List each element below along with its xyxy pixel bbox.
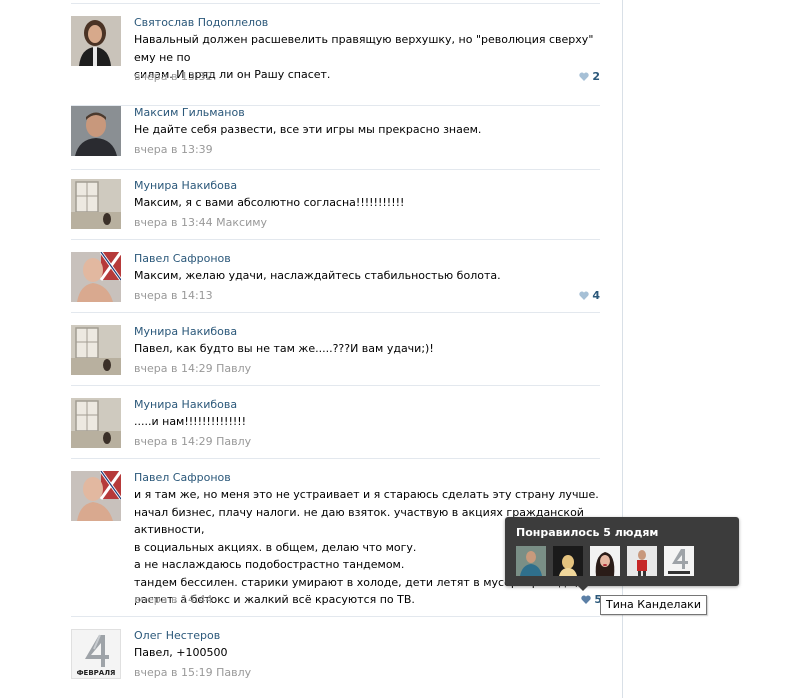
comment-text: Павел, +100500 (134, 646, 228, 659)
comment-date[interactable]: вчера в 13:32 (134, 70, 213, 83)
comment-text: Не дайте себя развести, все эти игры мы … (134, 123, 482, 136)
avatar[interactable] (71, 16, 121, 66)
comment-time[interactable]: вчера в 14:29 (134, 435, 213, 448)
liker-name-tooltip: Тина Канделаки (600, 595, 707, 615)
avatar[interactable] (71, 325, 121, 375)
separator (71, 169, 600, 170)
like-button[interactable]: 4 (579, 289, 600, 302)
liker-avatar[interactable] (516, 546, 546, 576)
comment-text: Максим, я с вами абсолютно согласна!!!!!… (134, 196, 405, 209)
liker-avatar[interactable] (553, 546, 583, 576)
comment-date[interactable]: вчера в 13:44 Максиму (134, 216, 267, 229)
comment-date[interactable]: вчера в 15:19 Павлу (134, 666, 251, 679)
comment-item: Максим Гильманов Не дайте себя развести,… (71, 106, 600, 170)
column-divider (622, 0, 623, 698)
top-separator (71, 3, 600, 4)
comment-author[interactable]: Мунира Накибова (134, 179, 237, 192)
comment-author[interactable]: Максим Гильманов (134, 106, 245, 119)
avatar[interactable] (71, 471, 121, 521)
avatar[interactable] (71, 252, 121, 302)
like-count: 2 (592, 70, 600, 83)
comment-author[interactable]: Святослав Подоплелов (134, 16, 268, 29)
like-count: 4 (592, 289, 600, 302)
comment-date[interactable]: вчера в 14:44 (134, 593, 213, 606)
reply-to-link[interactable]: Павлу (216, 435, 251, 448)
comment-text: Павел, как будто вы не там же.....???И в… (134, 342, 434, 355)
separator (71, 616, 600, 617)
comment-time[interactable]: вчера в 15:19 (134, 666, 213, 679)
heart-icon (579, 291, 590, 300)
comment-item: Мунира Накибова .....и нам!!!!!!!!!!!!!!… (71, 398, 600, 459)
liker-avatar[interactable] (664, 546, 694, 576)
comment-item: Павел Сафронов Максим, желаю удачи, насл… (71, 252, 600, 318)
popup-arrow (578, 586, 588, 591)
avatar[interactable] (71, 398, 121, 448)
comment-author[interactable]: Павел Сафронов (134, 252, 231, 265)
reply-to-link[interactable]: Павлу (216, 362, 251, 375)
separator (71, 458, 600, 459)
likes-popup: Понравилось 5 людям (505, 517, 739, 591)
liker-avatar[interactable] (627, 546, 657, 576)
comment-item: Мунира Накибова Максим, я с вами абсолют… (71, 179, 600, 240)
liker-avatar[interactable] (590, 546, 620, 576)
like-button[interactable]: 5 (581, 593, 602, 606)
avatar[interactable] (71, 106, 121, 156)
comment-date[interactable]: вчера в 13:39 (134, 143, 213, 156)
comment-time[interactable]: вчера в 14:29 (134, 362, 213, 375)
comment-text: .....и нам!!!!!!!!!!!!!! (134, 415, 247, 428)
heart-icon (581, 595, 592, 604)
heart-icon (579, 72, 590, 81)
separator (71, 385, 600, 386)
comment-time[interactable]: вчера в 13:44 (134, 216, 213, 229)
comment-author[interactable]: Олег Нестеров (134, 629, 220, 642)
logo-text: ФЕВРАЛЯ (76, 669, 116, 677)
comment-item: Мунира Накибова Павел, как будто вы не т… (71, 325, 600, 386)
comment-author[interactable]: Мунира Накибова (134, 325, 237, 338)
comment-date[interactable]: вчера в 14:29 Павлу (134, 435, 251, 448)
separator (71, 239, 600, 240)
comment-author[interactable]: Павел Сафронов (134, 471, 231, 484)
separator (71, 312, 600, 313)
comment-date[interactable]: вчера в 14:29 Павлу (134, 362, 251, 375)
comment-item: Святослав Подоплелов Навальный должен ра… (71, 16, 600, 106)
comment-date[interactable]: вчера в 14:13 (134, 289, 213, 302)
comment-item: ФЕВРАЛЯ Олег Нестеров Павел, +100500 вче… (71, 629, 600, 689)
likes-popup-title[interactable]: Понравилось 5 людям (516, 526, 658, 539)
avatar[interactable] (71, 179, 121, 229)
avatar[interactable]: ФЕВРАЛЯ (71, 629, 121, 679)
like-button[interactable]: 2 (579, 70, 600, 83)
reply-to-link[interactable]: Максиму (216, 216, 267, 229)
comment-author[interactable]: Мунира Накибова (134, 398, 237, 411)
reply-to-link[interactable]: Павлу (216, 666, 251, 679)
comment-text: Максим, желаю удачи, наслаждайтесь стаби… (134, 269, 501, 282)
